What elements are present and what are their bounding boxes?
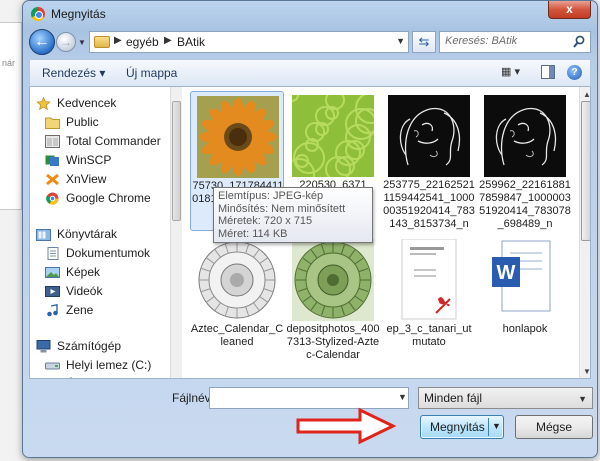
- nav-item-label: Zene: [66, 303, 94, 317]
- svg-text:W: W: [497, 262, 516, 284]
- drive-icon: [45, 359, 60, 372]
- videos-icon: [45, 285, 60, 298]
- close-button[interactable]: x: [548, 1, 591, 19]
- background-card: [0, 22, 22, 210]
- image-thumbnail: [197, 96, 279, 178]
- scroll-up-icon[interactable]: ▲: [583, 90, 590, 99]
- computer-icon: [36, 340, 51, 353]
- address-dropdown-icon[interactable]: ▼: [396, 36, 405, 46]
- search-icon[interactable]: [573, 35, 585, 49]
- filetype-select[interactable]: Minden fájl ▼: [418, 387, 593, 409]
- nav-item-label: WinSCP: [66, 153, 112, 167]
- split-divider: [488, 418, 489, 436]
- window-title: Megnyitás: [51, 7, 106, 21]
- file-item[interactable]: ep_3_c_tanari_utmutato: [382, 235, 476, 375]
- file-name: 259962_221618817859847_100000351920414_7…: [479, 179, 571, 230]
- image-thumbnail: [484, 95, 566, 177]
- commander-icon: [45, 135, 60, 148]
- file-item[interactable]: 253775_221625211159442541_10000035192041…: [382, 91, 476, 231]
- nav-item-label: Public: [66, 115, 99, 129]
- tooltip-type: Elemtípus: JPEG-kép: [218, 190, 324, 202]
- file-name: depositphotos_4007313-Stylized-Aztec-Cal…: [286, 323, 380, 361]
- chrome-icon: [45, 192, 60, 205]
- nav-item-label: Google Chrome: [66, 191, 151, 205]
- forward-button[interactable]: →: [56, 32, 76, 52]
- image-thumbnail: [388, 95, 470, 177]
- nav-item-label: Új kötet (E:): [66, 377, 129, 378]
- file-item[interactable]: depositphotos_4007313-Stylized-Aztec-Cal…: [286, 235, 380, 375]
- nav-scroll-thumb[interactable]: [172, 101, 181, 221]
- nav-item-label: Helyi lemez (C:): [66, 358, 152, 372]
- history-dropdown-icon[interactable]: ▼: [78, 38, 86, 47]
- new-folder-button[interactable]: Új mappa: [126, 66, 177, 80]
- nav-item-label: Számítógép: [57, 339, 122, 353]
- back-button[interactable]: ←: [29, 29, 55, 55]
- file-name: 253775_221625211159442541_10000035192041…: [383, 179, 475, 230]
- pdf-file-icon: [388, 238, 470, 321]
- winscp-icon: [45, 154, 60, 167]
- files-scroll-thumb[interactable]: [581, 101, 590, 241]
- image-thumbnail: [283, 88, 387, 190]
- organize-button[interactable]: Rendezés ▾: [42, 66, 105, 80]
- xnview-icon: [45, 173, 60, 186]
- preview-pane-button[interactable]: [541, 65, 555, 79]
- address-row: ← → ▼ ▶ egyéb ▶ BAtik ▼ ⇆: [29, 29, 591, 57]
- tooltip-size: Méret: 114 KB: [218, 227, 288, 240]
- address-bar[interactable]: ▶ egyéb ▶ BAtik ▼: [89, 31, 409, 53]
- star-icon: [36, 96, 51, 111]
- filename-label: Fájlnév:: [172, 391, 215, 405]
- nav-item-label: Könyvtárak: [57, 227, 118, 241]
- music-icon: [45, 303, 60, 317]
- annotation-arrow-icon: [296, 407, 396, 445]
- nav-item-label: XnView: [66, 172, 107, 186]
- refresh-button[interactable]: ⇆: [412, 31, 436, 53]
- search-input[interactable]: [445, 35, 565, 47]
- command-toolbar: Rendezés ▾ Új mappa ▦ ▾ ?: [29, 59, 591, 87]
- scroll-down-icon[interactable]: ▼: [583, 367, 590, 376]
- documents-icon: [45, 247, 60, 260]
- file-item[interactable]: Whonlapok: [478, 235, 572, 375]
- word-file-icon: W: [484, 239, 566, 321]
- help-button[interactable]: ?: [567, 65, 582, 80]
- view-options-button[interactable]: ▦ ▾: [501, 65, 531, 81]
- image-thumbnail: [196, 239, 278, 321]
- file-item[interactable]: 259962_221618817859847_100000351920414_7…: [478, 91, 572, 231]
- drive-icon: [45, 378, 60, 379]
- file-name: Aztec_Calendar_Cleaned: [190, 323, 284, 348]
- breadcrumb-segment-current[interactable]: BAtik: [177, 35, 205, 49]
- title-bar[interactable]: Megnyitás x: [23, 1, 597, 27]
- files-scrollbar[interactable]: ▲ ▼: [579, 87, 590, 378]
- filetype-value: Minden fájl: [424, 391, 483, 405]
- open-button[interactable]: Megnyitás ▼: [420, 415, 504, 439]
- open-options-dropdown-icon[interactable]: ▼: [492, 421, 501, 431]
- nav-item-label: Dokumentumok: [66, 246, 151, 260]
- breadcrumb-separator[interactable]: ▶: [114, 35, 122, 46]
- nav-item-label: Videók: [66, 284, 103, 298]
- breadcrumb-separator[interactable]: ▶: [164, 35, 172, 46]
- chevron-down-icon: ▼: [578, 394, 587, 404]
- search-box[interactable]: [439, 31, 591, 53]
- file-tooltip: Elemtípus: JPEG-kép Minősítés: Nem minős…: [213, 187, 373, 243]
- navigation-pane: Kedvencek Public Total Commander WinSCP XnVi…: [30, 87, 170, 379]
- open-button-label: Megnyitás: [430, 420, 485, 434]
- folder-icon: [45, 116, 60, 129]
- folder-icon: [94, 36, 110, 48]
- filename-dropdown-icon[interactable]: ▼: [398, 392, 407, 402]
- file-item[interactable]: Aztec_Calendar_Cleaned: [190, 235, 284, 375]
- nav-scrollbar[interactable]: [170, 87, 182, 378]
- library-icon: [36, 228, 51, 241]
- tooltip-rating: Minősítés: Nem minősített: [218, 202, 346, 215]
- file-name: ep_3_c_tanari_utmutato: [386, 323, 472, 348]
- chrome-icon: [31, 7, 45, 21]
- cancel-button[interactable]: Mégse: [515, 415, 593, 439]
- breadcrumb-segment[interactable]: egyéb: [126, 35, 159, 49]
- background-text: nár: [2, 58, 16, 68]
- nav-item-label: Total Commander: [66, 134, 161, 148]
- image-thumbnail: [292, 239, 374, 321]
- pictures-icon: [45, 266, 60, 279]
- nav-item-label: Képek: [66, 265, 101, 279]
- nav-item-label: Kedvencek: [57, 96, 117, 110]
- file-name: honlapok: [502, 323, 548, 335]
- tooltip-dimensions: Méretek: 720 x 715: [218, 215, 313, 227]
